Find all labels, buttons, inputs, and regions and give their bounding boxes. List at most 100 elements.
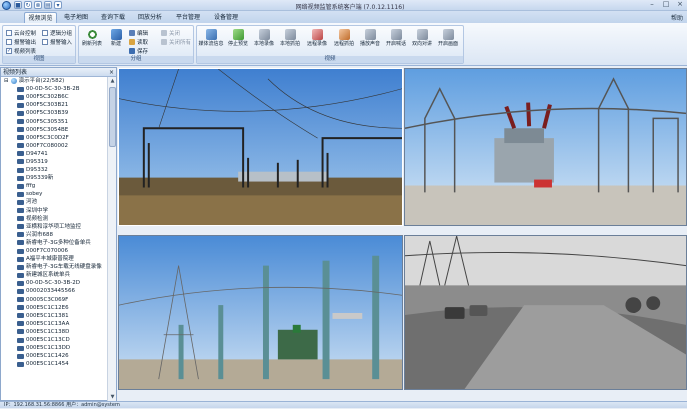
tree-item-label: 000F5C302B6C [26, 94, 69, 101]
ptz-control-checkbox[interactable]: 云台控制 [6, 29, 36, 37]
tree-root[interactable]: ⊟ 演示平台(22/582) [1, 77, 108, 85]
tab-video-browse[interactable]: 视频浏览 [24, 12, 57, 23]
qat-save-icon[interactable]: ■ [14, 1, 22, 9]
camera-icon [17, 208, 24, 214]
new-grid-icon [110, 29, 122, 40]
button-label: 媒体流信息 [198, 41, 224, 47]
tree-item-camera[interactable]: 000E5C1C12E6 [1, 304, 108, 312]
tab-playback[interactable]: 回放分析 [134, 12, 166, 23]
media-stream-info-button[interactable]: 媒体流信息 [198, 29, 224, 55]
video-window-2[interactable] [404, 68, 687, 226]
read-button[interactable]: 读取 [129, 38, 148, 46]
remote-record-button[interactable]: 远程录像 [304, 29, 330, 55]
tree-item-camera[interactable]: 河池 [1, 198, 108, 206]
tree-item-camera[interactable]: 亚横和淳华项工地监控 [1, 223, 108, 231]
remote-snapshot-button[interactable]: 远程抓拍 [331, 29, 357, 55]
qat-layout-icon[interactable]: ▤ [44, 1, 52, 9]
close-all-button[interactable]: 关闭所有 [161, 38, 191, 46]
tree-item-camera[interactable]: sobey [1, 190, 108, 198]
tree-item-label: D95332 [26, 167, 48, 174]
tree-item-camera[interactable]: 000F7C080002 [1, 142, 108, 150]
tree-item-camera[interactable]: D95332 [1, 166, 108, 174]
checkbox-icon [6, 30, 12, 36]
tree-item-camera[interactable]: 000E5C1C13CD [1, 336, 108, 344]
video-window-4[interactable] [404, 235, 687, 390]
close-icon[interactable]: × [675, 1, 685, 9]
camera-icon [17, 94, 24, 100]
tree-item-label: 深圳中学 [26, 207, 49, 214]
tree-item-camera[interactable]: 新睿电子-3G车载无线硬盘录像 [1, 263, 108, 271]
refresh-list-button[interactable]: 刷新列表 [81, 29, 103, 55]
qat-lock-icon[interactable]: ⊗ [34, 1, 42, 9]
tree-item-camera[interactable]: 000E5C1C1381 [1, 312, 108, 320]
collapse-icon[interactable]: ⊟ [4, 77, 9, 85]
checkbox-icon [42, 30, 48, 36]
tree-item-camera[interactable]: 000E5C1C1454 [1, 360, 108, 368]
qat-refresh-icon[interactable]: ↻ [24, 1, 32, 9]
tree-item-camera[interactable]: 新睿电子-3G多种位备单兵 [1, 239, 108, 247]
tree-item-label: 新建城区系统单兵 [26, 272, 71, 279]
tree-item-label: 000F5C303B39 [26, 110, 69, 117]
open-screen-button[interactable]: 开启画面 [435, 29, 461, 55]
tree-item-camera[interactable]: 000F5C303B39 [1, 109, 108, 117]
tree-item-camera[interactable]: 00-0D-5C-30-3B-2B [1, 85, 108, 93]
tree-item-camera[interactable]: 00002033445566 [1, 287, 108, 295]
tree-item-camera[interactable]: 000F5C3C0D2F [1, 134, 108, 142]
scroll-up-icon[interactable]: ▲ [108, 77, 117, 85]
tree-item-camera[interactable]: 深圳中学 [1, 207, 108, 215]
tree-item-camera[interactable]: 000F7C070006 [1, 247, 108, 255]
tree-item-camera[interactable]: 000F5C302B6C [1, 93, 108, 101]
tree-item-camera[interactable]: 000E5C1C138D [1, 328, 108, 336]
save-button[interactable]: 保存 [129, 47, 148, 55]
tree-item-camera[interactable]: 00-0D-5C-30-3B-2D [1, 279, 108, 287]
tree-item-camera[interactable]: D94741 [1, 150, 108, 158]
qat-dropdown-icon[interactable]: ▾ [54, 1, 62, 9]
tab-platform[interactable]: 平台管理 [172, 12, 204, 23]
camera-icon [17, 297, 24, 303]
tree-item-label: 000F5C3054BE [26, 126, 69, 133]
tree-item-camera[interactable]: A福平丰城康普院理 [1, 255, 108, 263]
two-way-talk-button[interactable]: 双向对讲 [409, 29, 435, 55]
video-list-checkbox[interactable]: ✓ 视频列表 [6, 47, 36, 55]
tree-item-camera[interactable]: fffg [1, 182, 108, 190]
scroll-down-icon[interactable]: ▼ [108, 393, 117, 401]
app-menu-orb-icon[interactable] [2, 1, 11, 10]
alarm-input-checkbox[interactable]: 报警输入 [42, 38, 72, 46]
tree-item-camera[interactable]: D95319 [1, 158, 108, 166]
play-sound-button[interactable]: 播放声音 [357, 29, 383, 55]
button-label: 远程录像 [306, 41, 327, 47]
tree-scrollbar[interactable]: ▲ ▼ [107, 77, 116, 401]
local-record-button[interactable]: 本地录像 [251, 29, 277, 55]
video-window-1[interactable] [118, 68, 403, 226]
minimize-icon[interactable]: – [647, 1, 657, 9]
logical-group-checkbox[interactable]: 逻辑分组 [42, 29, 72, 37]
tree-item-camera[interactable]: D95339新 [1, 174, 108, 182]
stop-preview-button[interactable]: 停止预览 [225, 29, 251, 55]
tree-item-camera[interactable]: 000F5C3054BE [1, 126, 108, 134]
video-window-3[interactable] [118, 235, 403, 390]
tree-item-camera[interactable]: 000F5C305351 [1, 117, 108, 125]
tree-item-label: 000E5C1C13AA [26, 320, 70, 327]
start-talk-button[interactable]: 开启喊话 [383, 29, 409, 55]
alarm-output-checkbox[interactable]: 报警输出 [6, 38, 36, 46]
tree-item-camera[interactable]: 00005C3C069F [1, 296, 108, 304]
tree-item-camera[interactable]: 000F5C303B21 [1, 101, 108, 109]
panel-close-icon[interactable]: × [109, 68, 114, 77]
maximize-icon[interactable]: □ [661, 1, 671, 9]
tree-item-camera[interactable]: 000E5C1C1426 [1, 352, 108, 360]
tree-item-camera[interactable]: 兴润市688 [1, 231, 108, 239]
tree-item-camera[interactable]: 000E5C1C13AA [1, 320, 108, 328]
tab-query-download[interactable]: 查询下载 [97, 12, 129, 23]
tab-emap[interactable]: 电子地图 [60, 12, 92, 23]
tree-item-camera[interactable]: 新建城区系统单兵 [1, 271, 108, 279]
new-group-button[interactable]: 新建 [105, 29, 127, 55]
tree-item-camera[interactable]: 视频检测 [1, 215, 108, 223]
close-group-button[interactable]: 关闭 [161, 29, 180, 37]
scroll-thumb[interactable] [109, 87, 116, 147]
tree-item-camera[interactable]: 000E5C1C13DD [1, 344, 108, 352]
edit-button[interactable]: 编辑 [129, 29, 148, 37]
local-snapshot-button[interactable]: 本地抓拍 [277, 29, 303, 55]
tab-device[interactable]: 设备管理 [210, 12, 242, 23]
help-button[interactable]: 帮助 [671, 13, 683, 22]
tree-item-label: 视频检测 [26, 215, 49, 222]
